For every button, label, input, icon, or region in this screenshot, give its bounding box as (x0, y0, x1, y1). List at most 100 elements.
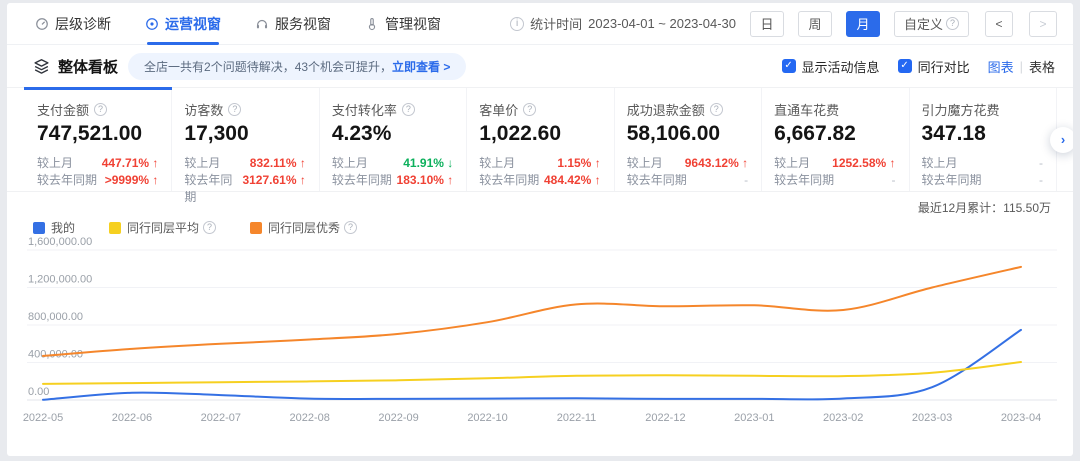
metric-change-value: 3127.61% ↑ (242, 172, 305, 206)
view-separator: | (1020, 59, 1023, 74)
y-axis-tick: 1,600,000.00 (28, 236, 92, 248)
y-axis-tick: 800,000.00 (28, 311, 83, 323)
issues-notice-pill: 全店一共有2个问题待解决，43个机会可提升，立即查看 > (128, 53, 466, 80)
x-axis-tick: 2023-04 (1001, 412, 1041, 424)
legend-swatch (33, 222, 45, 234)
x-axis-tick: 2023-03 (912, 412, 952, 424)
card-metrics: 较上月447.71% ↑较去年同期>9999% ↑ (37, 155, 158, 189)
metric-card-5[interactable]: 成功退款金额?58,106.00较上月9643.12% ↑较去年同期- (615, 88, 762, 191)
legend-swatch (109, 222, 121, 234)
x-axis-tick: 2022-11 (557, 412, 597, 424)
help-circle-icon[interactable]: ? (203, 221, 216, 234)
show-activity-checkbox[interactable]: ✓ 显示活动信息 (782, 57, 880, 76)
page-title: 整体看板 (58, 56, 118, 77)
prev-period-button[interactable]: < (985, 11, 1013, 37)
metric-change-value: - (1039, 172, 1043, 189)
period-week-button[interactable]: 周 (798, 11, 832, 37)
help-circle-icon[interactable]: ? (710, 103, 723, 116)
period-day-button[interactable]: 日 (750, 11, 784, 37)
help-circle-icon[interactable]: ? (402, 103, 415, 116)
tab-service-view[interactable]: 服务视窗 (255, 3, 331, 45)
tab-management-view[interactable]: 管理视窗 (365, 3, 441, 45)
mom-label: 较上月 (332, 155, 368, 172)
mom-label: 较上月 (184, 155, 220, 172)
metric-change-value: - (892, 172, 896, 189)
operation-icon (145, 17, 159, 31)
mom-label: 较上月 (774, 155, 810, 172)
board-header-controls: ✓ 显示活动信息 ✓ 同行对比 图表 | 表格 (782, 57, 1055, 76)
thermometer-icon (365, 17, 379, 31)
help-circle-icon[interactable]: ? (94, 103, 107, 116)
card-title: 支付转化率 (332, 100, 397, 119)
metric-card-6[interactable]: 直通车花费6,667.82较上月1252.58% ↑较去年同期- (762, 88, 909, 191)
headset-icon (255, 17, 269, 31)
view-now-link[interactable]: 立即查看 > (392, 60, 450, 74)
yoy-label: 较去年同期 (37, 172, 97, 189)
metric-change-value: 41.91% ↓ (403, 155, 453, 172)
legend-swatch (250, 222, 262, 234)
help-circle-icon[interactable]: ? (344, 221, 357, 234)
x-axis-tick: 2022-05 (23, 412, 63, 424)
x-axis-tick: 2022-10 (467, 412, 507, 424)
metric-change-value: 1252.58% ↑ (832, 155, 895, 172)
card-metrics: 较上月41.91% ↓较去年同期183.10% ↑ (332, 155, 453, 189)
card-value: 17,300 (184, 122, 305, 146)
mom-label: 较上月 (37, 155, 73, 172)
metric-card-2[interactable]: 访客数?17,300较上月832.11% ↑较去年同期3127.61% ↑ (172, 88, 319, 191)
legend-item-同行同层平均[interactable]: 同行同层平均? (109, 219, 216, 236)
metric-change-value: - (744, 172, 748, 189)
checkbox-label: 同行对比 (918, 57, 970, 76)
legend-item-我的[interactable]: 我的 (33, 219, 75, 236)
custom-label: 自定义 (904, 14, 943, 33)
x-axis-tick: 2023-02 (823, 412, 863, 424)
x-axis-tick: 2022-08 (290, 412, 330, 424)
card-title: 成功退款金额 (627, 100, 705, 119)
trend-line-chart[interactable]: 0.00400,000.00800,000.001,200,000.001,60… (21, 240, 1059, 436)
period-custom-button[interactable]: 自定义 ? (894, 11, 969, 37)
info-circle-icon[interactable]: i (510, 17, 524, 31)
stat-time-value: 2023-04-01 ~ 2023-04-30 (588, 16, 736, 31)
card-metrics: 较上月-较去年同期- (922, 155, 1043, 189)
help-circle-icon[interactable]: ? (523, 103, 536, 116)
last-12-months-total: 最近12月累计：115.50万 (21, 196, 1059, 216)
card-metrics: 较上月 832.11% ↑ 较去年同期3127.61% ↑ (184, 155, 305, 206)
cards-next-button[interactable]: › (1050, 127, 1073, 153)
yoy-label: 较去年同期 (332, 172, 392, 189)
metric-change-value: 1.15% ↑ (557, 155, 600, 172)
series-line-我的[interactable] (43, 330, 1021, 400)
legend-label: 我的 (51, 219, 75, 236)
main-panel: 层级诊断 运营视窗 服务视窗 管理视窗 i 统计时间 2023-04-01 ~ … (7, 3, 1073, 456)
stat-time-area: i 统计时间 2023-04-01 ~ 2023-04-30 日 周 月 自定义… (510, 11, 1057, 37)
card-title: 访客数 (184, 100, 223, 119)
legend-item-同行同层优秀[interactable]: 同行同层优秀? (250, 219, 357, 236)
series-line-同行同层优秀[interactable] (43, 267, 1021, 356)
tab-label: 运营视窗 (165, 14, 221, 34)
card-value: 1,022.60 (479, 122, 600, 146)
gauge-icon (35, 17, 49, 31)
mom-label: 较上月 (922, 155, 958, 172)
metric-card-7[interactable]: 引力魔方花费347.18较上月-较去年同期- (910, 88, 1057, 191)
checkmark-icon: ✓ (782, 59, 796, 73)
card-title: 引力魔方花费 (922, 100, 1000, 119)
yoy-label: 较去年同期 (184, 172, 242, 206)
card-title: 支付金额 (37, 100, 89, 119)
peer-compare-checkbox[interactable]: ✓ 同行对比 (898, 57, 970, 76)
view-table-option[interactable]: 表格 (1029, 57, 1055, 76)
x-axis-tick: 2022-09 (378, 412, 418, 424)
next-period-button[interactable]: > (1029, 11, 1057, 37)
yoy-label: 较去年同期 (479, 172, 539, 189)
metric-change-value: 484.42% ↑ (544, 172, 601, 189)
period-month-button[interactable]: 月 (846, 11, 880, 37)
x-axis-tick: 2023-01 (734, 412, 774, 424)
view-chart-option[interactable]: 图表 (988, 57, 1014, 76)
metric-card-4[interactable]: 客单价?1,022.60较上月1.15% ↑较去年同期484.42% ↑ (467, 88, 614, 191)
series-line-同行同层平均[interactable] (43, 362, 1021, 384)
help-circle-icon[interactable]: ? (228, 103, 241, 116)
metric-card-1[interactable]: 支付金额?747,521.00较上月447.71% ↑较去年同期>9999% ↑ (25, 88, 172, 191)
metric-card-3[interactable]: 支付转化率?4.23%较上月41.91% ↓较去年同期183.10% ↑ (320, 88, 467, 191)
tab-level-diagnosis[interactable]: 层级诊断 (35, 3, 111, 45)
y-axis-tick: 1,200,000.00 (28, 274, 92, 286)
tab-operation-view[interactable]: 运营视窗 (145, 3, 221, 45)
metric-change-value: 832.11% ↑ (250, 155, 306, 172)
yoy-label: 较去年同期 (922, 172, 982, 189)
